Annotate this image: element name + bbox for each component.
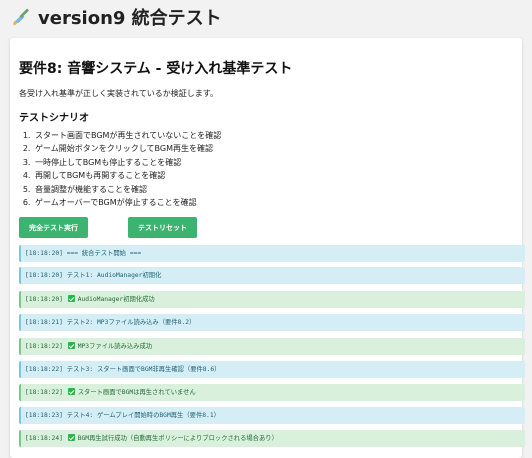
log-entry: [18:18:22] MP3ファイル読み込み成功	[19, 338, 525, 355]
scenario-step: 一時停止してBGMも停止することを確認	[33, 156, 221, 169]
log-timestamp: [18:18:21]	[25, 319, 63, 326]
log-timestamp: [18:18:20]	[25, 296, 63, 303]
log-entry: [18:18:20] テスト1: AudioManager初期化	[19, 267, 525, 284]
run-full-test-button[interactable]: 完全テスト実行	[19, 217, 88, 238]
log-timestamp: [18:18:23]	[25, 412, 63, 419]
log-message: テスト1: AudioManager初期化	[66, 272, 162, 279]
check-icon	[67, 434, 75, 441]
scenario-step: ゲームオーバーでBGMが停止することを確認	[33, 196, 221, 209]
check-icon	[67, 342, 75, 349]
scenario-step: 再開してBGMも再開することを確認	[33, 169, 221, 182]
log-entry: [18:18:23] テスト4: ゲームプレイ開始時のBGM再生（要件8.1）	[19, 407, 525, 424]
log-timestamp: [18:18:20]	[25, 250, 63, 257]
log-message: MP3ファイル読み込み成功	[77, 343, 153, 350]
check-icon	[67, 388, 75, 395]
check-icon	[67, 295, 75, 302]
log-message: テスト3: スタート画面でBGM非再生確認（要件8.6）	[66, 366, 221, 373]
log-timestamp: [18:18:22]	[25, 389, 63, 396]
log-message: BGM再生試行成功（自動再生ポリシーによりブロックされる場合あり）	[77, 435, 278, 442]
log-timestamp: [18:18:22]	[25, 366, 63, 373]
log-message: === 統合テスト開始 ===	[66, 250, 142, 257]
log-entry: [18:18:24] BGM再生試行成功（自動再生ポリシーによりブロックされる場…	[19, 430, 525, 447]
app-title: version9 統合テスト	[38, 8, 222, 29]
scenario-step: ゲーム開始ボタンをクリックしてBGM再生を確認	[33, 142, 221, 155]
reset-test-button[interactable]: テストリセット	[128, 217, 197, 238]
test-card: 要件8: 音響システム - 受け入れ基準テスト 各受け入れ基準が正しく実装されて…	[10, 38, 525, 458]
log-message: AudioManager初期化成功	[77, 296, 155, 303]
scenario-step: スタート画面でBGMが再生されていないことを確認	[33, 129, 221, 142]
log-message: スタート画面でBGMは再生されていません	[77, 389, 196, 396]
log-timestamp: [18:18:24]	[25, 435, 63, 442]
log-entry: [18:18:22] テスト3: スタート画面でBGM非再生確認（要件8.6）	[19, 361, 525, 378]
intro-text: 各受け入れ基準が正しく実装されているか検証します。	[19, 89, 218, 98]
log-entry: [18:18:20] === 統合テスト開始 ===	[19, 245, 525, 262]
log-timestamp: [18:18:22]	[25, 343, 63, 350]
scenario-list: スタート画面でBGMが再生されていないことを確認 ゲーム開始ボタンをクリックして…	[19, 129, 221, 209]
scenario-step: 音量調整が機能することを確認	[33, 183, 221, 196]
page-title: 要件8: 音響システム - 受け入れ基準テスト	[19, 61, 293, 77]
log-message: テスト2: MP3ファイル読み込み（要件8.2）	[66, 319, 196, 326]
log-entry: [18:18:20] AudioManager初期化成功	[19, 291, 525, 308]
log-entry: [18:18:21] テスト2: MP3ファイル読み込み（要件8.2）	[19, 314, 525, 331]
scenario-title: テストシナリオ	[19, 113, 89, 124]
paintbrush-icon	[13, 8, 29, 26]
log-timestamp: [18:18:20]	[25, 272, 63, 279]
app-header: version9 統合テスト	[0, 0, 532, 34]
log-message: テスト4: ゲームプレイ開始時のBGM再生（要件8.1）	[66, 412, 220, 419]
log-entry: [18:18:22] スタート画面でBGMは再生されていません	[19, 384, 525, 401]
